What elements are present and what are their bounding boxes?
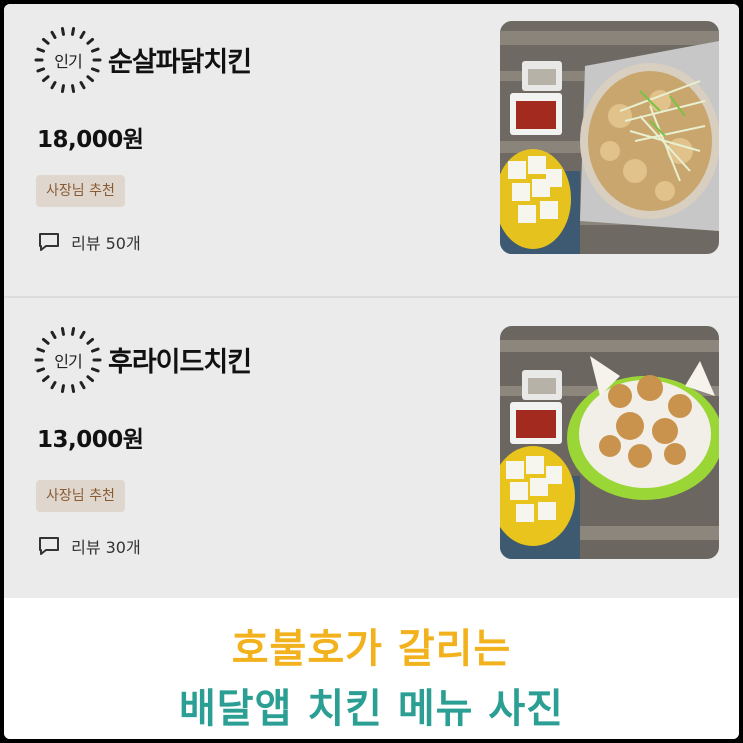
menu-item-price: 13,000원 — [37, 427, 144, 453]
sunburst-ray — [50, 30, 57, 39]
recommend-tag: 사장님 추천 — [36, 480, 125, 512]
sunburst-ray — [86, 37, 95, 45]
popular-badge-label: 인기 — [54, 352, 82, 371]
sunburst-ray — [60, 84, 65, 94]
sunburst-ray — [60, 326, 65, 336]
sunburst-ray — [60, 26, 65, 36]
menu-item-name[interactable]: 후라이드치킨 — [108, 340, 252, 379]
sunburst-ray — [41, 337, 50, 345]
review-count[interactable]: 리뷰 30개 — [38, 534, 141, 558]
menu-item-photo[interactable] — [500, 326, 719, 559]
banner-headline: 호불호가 갈리는 — [231, 626, 512, 672]
sunburst-ray — [79, 330, 86, 339]
review-count-label: 리뷰 50개 — [71, 234, 141, 253]
sunburst-ray — [71, 384, 76, 394]
chicken-dish-image — [500, 21, 719, 254]
speech-bubble-icon — [39, 537, 59, 555]
menu-item-card[interactable]: 인기 후라이드치킨 13,000원 사장님 추천 리뷰 30개 — [4, 298, 739, 598]
menu-item-card[interactable]: 인기 순살파닭치킨 18,000원 사장님 추천 리뷰 50개 — [4, 4, 739, 296]
sunburst-ray — [86, 375, 95, 383]
review-count[interactable]: 리뷰 50개 — [38, 230, 141, 254]
sunburst-ray — [86, 337, 95, 345]
sunburst-ray — [79, 81, 86, 90]
sunburst-ray — [50, 81, 57, 90]
chicken-dish-image — [500, 326, 719, 559]
sunburst-ray — [79, 30, 86, 39]
popular-badge: 인기 — [34, 326, 102, 394]
banner-subheadline: 배달앱 치킨 메뉴 사진 — [179, 686, 564, 732]
sunburst-ray — [41, 37, 50, 45]
sunburst-ray — [71, 326, 76, 336]
sunburst-ray — [50, 381, 57, 390]
menu-item-price: 18,000원 — [37, 127, 144, 153]
sunburst-ray — [41, 375, 50, 383]
menu-item-name[interactable]: 순살파닭치킨 — [108, 40, 252, 79]
sunburst-ray — [50, 330, 57, 339]
sunburst-ray — [86, 75, 95, 83]
popular-badge-label: 인기 — [54, 52, 82, 71]
sunburst-ray — [60, 384, 65, 394]
caption-banner: 호불호가 갈리는 배달앱 치킨 메뉴 사진 — [4, 598, 739, 739]
sunburst-ray — [79, 381, 86, 390]
sunburst-ray — [41, 75, 50, 83]
review-count-label: 리뷰 30개 — [71, 538, 141, 557]
menu-item-photo[interactable] — [500, 21, 719, 254]
recommend-tag: 사장님 추천 — [36, 175, 125, 207]
popular-badge: 인기 — [34, 26, 102, 94]
speech-bubble-icon — [39, 233, 59, 251]
app-screen: 인기 순살파닭치킨 18,000원 사장님 추천 리뷰 50개 인기 후라이드치… — [4, 4, 739, 739]
sunburst-ray — [71, 84, 76, 94]
sunburst-ray — [71, 26, 76, 36]
